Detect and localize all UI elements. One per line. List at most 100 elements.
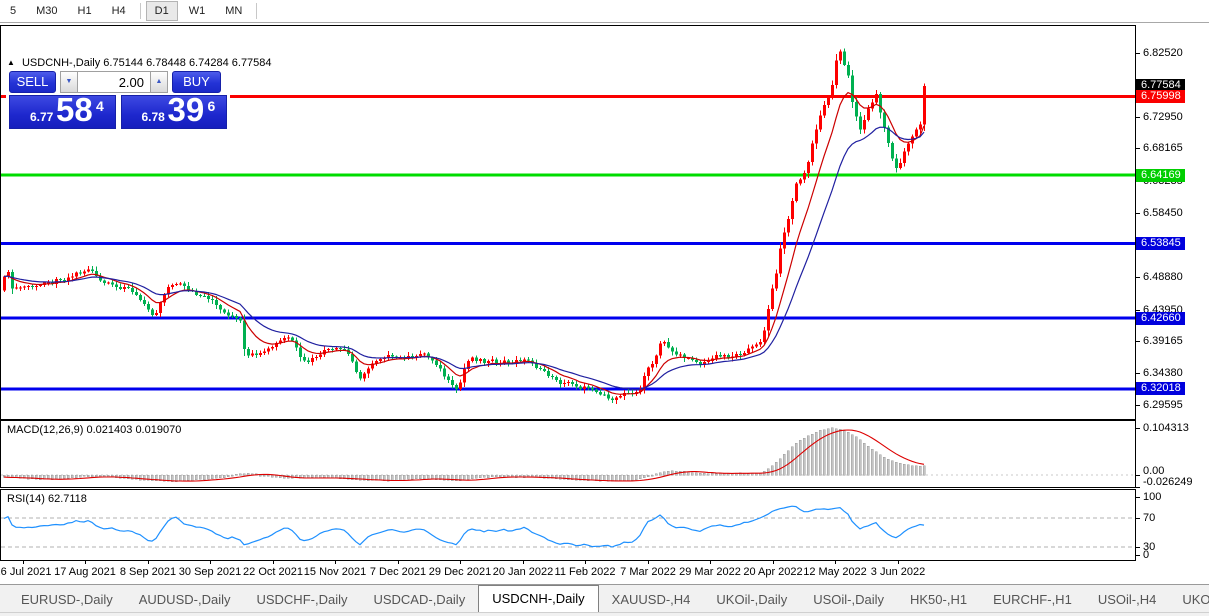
status-bar (0, 612, 1209, 616)
date-tick-mark (460, 561, 461, 564)
chart-tab-ukoil-daily[interactable]: UKOil-,Daily (703, 588, 800, 612)
timeframe-button-h4[interactable]: H4 (103, 1, 135, 21)
date-tick-label: 20 Jan 2022 (493, 566, 554, 578)
buy-button[interactable]: BUY (172, 71, 221, 93)
chart-tab-usdcad-daily[interactable]: USDCAD-,Daily (360, 588, 478, 612)
macd-label: MACD(12,26,9) 0.021403 0.019070 (7, 424, 181, 436)
sell-button[interactable]: SELL (9, 71, 56, 93)
price-tick-mark (1136, 405, 1140, 406)
chart-tab-hk50-h1[interactable]: HK50-,H1 (897, 588, 980, 612)
price-level-tag-blue: 6.42660 (1136, 312, 1185, 325)
date-tick-label: 3 Jun 2022 (871, 566, 925, 578)
date-tick-label: 7 Mar 2022 (620, 566, 676, 578)
price-tick-label: 6.48880 (1143, 271, 1183, 283)
rsi-tick-label: 70 (1143, 512, 1155, 524)
macd-tick-mark (1136, 487, 1140, 488)
sell-price-point: 4 (96, 98, 104, 114)
buy-price-display[interactable]: 6.78 39 6 (121, 95, 228, 129)
chart-tab-eurchf-h1[interactable]: EURCHF-,H1 (980, 588, 1085, 612)
price-tick-mark (1136, 341, 1140, 342)
buy-price-point: 6 (208, 98, 216, 114)
timeframe-button-m30[interactable]: M30 (27, 1, 66, 21)
chart-tab-usoil-daily[interactable]: USOil-,Daily (800, 588, 897, 612)
price-axis[interactable]: 6.825206.729506.681656.632356.584506.488… (1136, 25, 1209, 561)
timeframe-button-mn[interactable]: MN (216, 1, 251, 21)
rsi-tick-mark (1136, 518, 1140, 519)
date-tick-label: 29 Mar 2022 (679, 566, 741, 578)
price-tick-mark (1136, 373, 1140, 374)
rsi-tick-mark (1136, 497, 1140, 498)
price-tick-mark (1136, 117, 1140, 118)
price-tick-mark (1136, 277, 1140, 278)
price-tick-mark (1136, 213, 1140, 214)
triangle-up-icon: ▲ (156, 78, 163, 85)
chart-low-value: 6.74284 (189, 57, 229, 69)
date-tick-mark (898, 561, 899, 564)
price-tick-label: 6.82520 (1143, 47, 1183, 59)
sell-price-display[interactable]: 6.77 58 4 (9, 95, 116, 129)
price-level-tag-red: 6.75998 (1136, 90, 1185, 103)
chart-tab-ukoil-h4[interactable]: UKOil-,H4 (1169, 588, 1209, 612)
date-tick-mark (23, 561, 24, 564)
timeframe-button-w1[interactable]: W1 (180, 1, 215, 21)
price-tick-label: 6.39165 (1143, 335, 1183, 347)
chart-high-value: 6.78448 (146, 57, 186, 69)
price-level-tag-green: 6.64169 (1136, 169, 1185, 182)
symbol-marker-icon: ▲ (7, 58, 15, 67)
timeframe-button-h1[interactable]: H1 (69, 1, 101, 21)
timeframe-button-5[interactable]: 5 (1, 1, 25, 21)
date-tick-label: 12 May 2022 (803, 566, 867, 578)
date-tick-mark (273, 561, 274, 564)
date-tick-mark (148, 561, 149, 564)
rsi-tick-mark (1136, 555, 1140, 556)
date-tick-mark (710, 561, 711, 564)
macd-tick-mark (1136, 475, 1140, 476)
rsi-chart-canvas[interactable] (1, 490, 1135, 560)
macd-tick-label: -0.026249 (1143, 476, 1193, 488)
chart-open-value: 6.75144 (103, 57, 143, 69)
triangle-down-icon: ▼ (66, 78, 73, 85)
chart-tab-xauusd-h4[interactable]: XAUUSD-,H4 (599, 588, 704, 612)
price-tick-label: 6.29595 (1143, 399, 1183, 411)
date-tick-label: 15 Nov 2021 (304, 566, 366, 578)
date-tick-mark (585, 561, 586, 564)
volume-decrease-button[interactable]: ▼ (60, 71, 78, 93)
toolbar-separator (140, 3, 141, 19)
date-tick-label: 17 Aug 2021 (54, 566, 116, 578)
macd-tick-label: 0.104313 (1143, 422, 1189, 434)
date-tick-label: 22 Oct 2021 (243, 566, 303, 578)
chart-close-value: 6.77584 (232, 57, 272, 69)
macd-signal-value: 0.019070 (135, 424, 181, 436)
chart-tab-usoil-h4[interactable]: USOil-,H4 (1085, 588, 1170, 612)
price-tick-label: 6.68165 (1143, 142, 1183, 154)
macd-name: MACD(12,26,9) (7, 424, 83, 436)
date-axis[interactable]: 26 Jul 202117 Aug 20218 Sep 202130 Sep 2… (0, 561, 1136, 583)
price-tick-mark (1136, 53, 1140, 54)
chart-tab-audusd-daily[interactable]: AUDUSD-,Daily (126, 588, 244, 612)
date-tick-mark (773, 561, 774, 564)
date-tick-mark (210, 561, 211, 564)
chart-tab-usdcnh-daily[interactable]: USDCNH-,Daily (478, 585, 598, 612)
rsi-tick-label: 0 (1143, 549, 1149, 561)
main-chart-pane[interactable]: ▲ USDCNH-,Daily 6.75144 6.78448 6.74284 … (0, 25, 1136, 420)
sell-price-pips: 58 (56, 91, 93, 129)
volume-input[interactable] (78, 71, 150, 93)
timeframe-button-d1[interactable]: D1 (146, 1, 178, 21)
macd-value: 0.021403 (86, 424, 132, 436)
rsi-indicator-pane[interactable]: RSI(14) 62.7118 (0, 489, 1136, 561)
rsi-value: 62.7118 (48, 493, 87, 505)
date-tick-label: 11 Feb 2022 (555, 566, 616, 578)
price-tick-label: 6.72950 (1143, 111, 1183, 123)
date-tick-label: 20 Apr 2022 (743, 566, 802, 578)
price-tick-label: 6.58450 (1143, 207, 1183, 219)
price-tick-label: 6.34380 (1143, 367, 1183, 379)
timeframe-toolbar: 5M30H1H4 D1W1MN (0, 0, 1209, 23)
chart-tab-eurusd-daily[interactable]: EURUSD-,Daily (8, 588, 126, 612)
volume-increase-button[interactable]: ▲ (150, 71, 168, 93)
chart-symbol-label: USDCNH-,Daily (22, 57, 100, 69)
rsi-name: RSI(14) (7, 493, 45, 505)
chart-tab-usdchf-daily[interactable]: USDCHF-,Daily (243, 588, 360, 612)
buy-price-handle: 6.78 (142, 110, 165, 124)
chart-tab-bar: EURUSD-,DailyAUDUSD-,DailyUSDCHF-,DailyU… (0, 584, 1209, 612)
macd-indicator-pane[interactable]: MACD(12,26,9) 0.021403 0.019070 (0, 420, 1136, 488)
